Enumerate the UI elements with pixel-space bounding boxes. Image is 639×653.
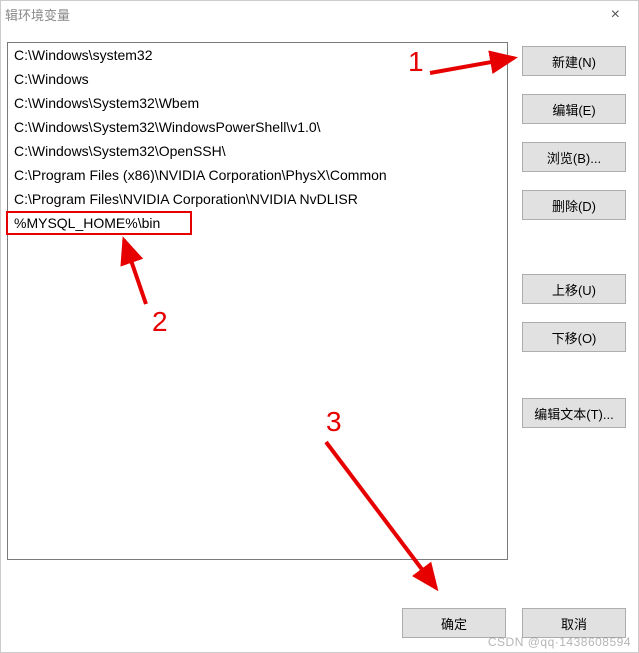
dialog-window: 辑环境变量 × C:\Windows\system32 C:\Windows C… <box>0 0 639 653</box>
cancel-button[interactable]: 取消 <box>522 608 626 638</box>
window-title: 辑环境变量 <box>5 5 70 24</box>
path-listbox[interactable]: C:\Windows\system32 C:\Windows C:\Window… <box>7 42 508 560</box>
list-item[interactable]: C:\Windows\system32 <box>8 43 507 67</box>
edit-button[interactable]: 编辑(E) <box>522 94 626 124</box>
watermark: CSDN @qq·1438608594 <box>488 635 631 649</box>
side-button-column: 新建(N) 编辑(E) 浏览(B)... 删除(D) 上移(U) 下移(O) 编… <box>522 42 626 586</box>
edit-text-button[interactable]: 编辑文本(T)... <box>522 398 626 428</box>
delete-button[interactable]: 删除(D) <box>522 190 626 220</box>
list-item[interactable]: C:\Windows\System32\Wbem <box>8 91 507 115</box>
dialog-body: C:\Windows\system32 C:\Windows C:\Window… <box>1 32 638 586</box>
list-item[interactable]: C:\Windows <box>8 67 507 91</box>
close-icon[interactable]: × <box>601 6 630 24</box>
move-down-button[interactable]: 下移(O) <box>522 322 626 352</box>
list-item[interactable]: C:\Windows\System32\WindowsPowerShell\v1… <box>8 115 507 139</box>
list-item[interactable]: C:\Program Files\NVIDIA Corporation\NVID… <box>8 187 507 211</box>
list-item[interactable]: C:\Windows\System32\OpenSSH\ <box>8 139 507 163</box>
list-item[interactable]: C:\Program Files (x86)\NVIDIA Corporatio… <box>8 163 507 187</box>
browse-button[interactable]: 浏览(B)... <box>522 142 626 172</box>
move-up-button[interactable]: 上移(U) <box>522 274 626 304</box>
new-button[interactable]: 新建(N) <box>522 46 626 76</box>
ok-button[interactable]: 确定 <box>402 608 506 638</box>
title-bar: 辑环境变量 × <box>1 1 638 32</box>
list-item[interactable]: %MYSQL_HOME%\bin <box>8 211 507 235</box>
